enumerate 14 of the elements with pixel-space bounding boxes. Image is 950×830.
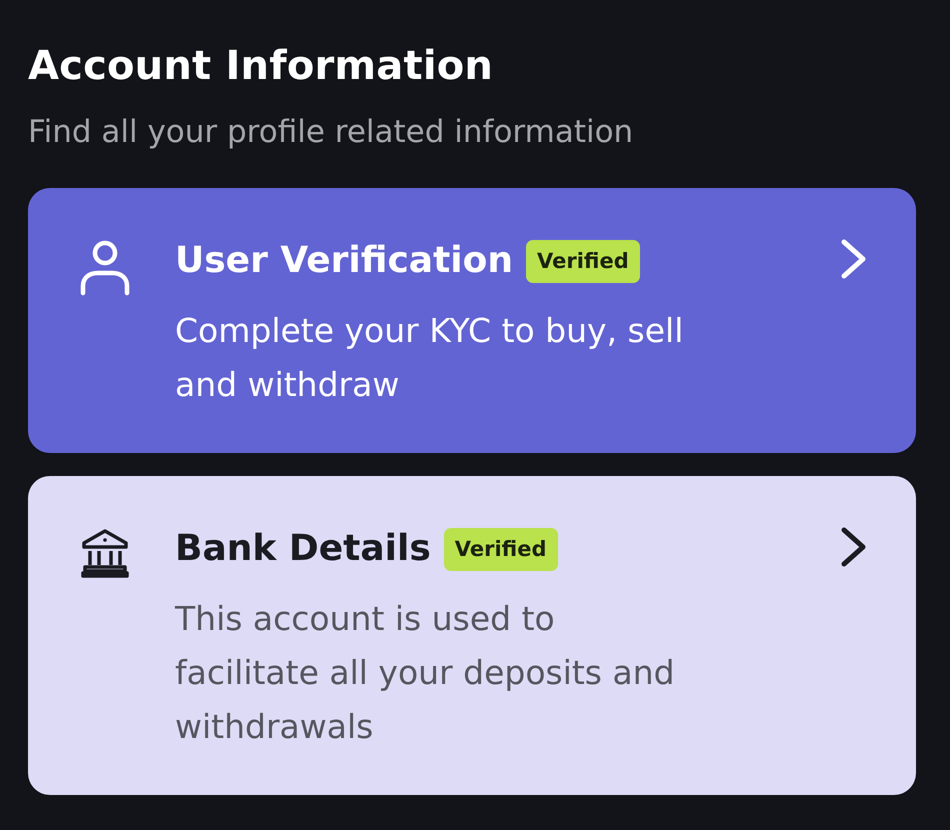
page-subtitle: Find all your profile related information xyxy=(28,114,634,150)
page-title: Account Information xyxy=(28,42,494,90)
verified-badge: Verified xyxy=(526,240,640,282)
chevron-right-icon xyxy=(840,238,868,280)
card-description: Complete your KYC to buy, sell and withdraw xyxy=(175,310,684,406)
user-icon xyxy=(80,240,130,296)
chevron-right-icon xyxy=(840,526,868,568)
card-title: User Verification xyxy=(175,239,513,283)
card-title: Bank Details xyxy=(175,527,431,571)
verified-badge: Verified xyxy=(444,528,558,570)
card-description: This account is used to facilitate all your deposits and withdrawals xyxy=(175,598,676,748)
bank-icon xyxy=(80,528,130,578)
account-card[interactable]: User Verification Verified Complete your KYC to buy, sell and withdraw xyxy=(28,188,916,453)
account-card[interactable]: Bank Details Verified This account is used to facilitate all your deposits and withdrawals xyxy=(28,476,916,795)
